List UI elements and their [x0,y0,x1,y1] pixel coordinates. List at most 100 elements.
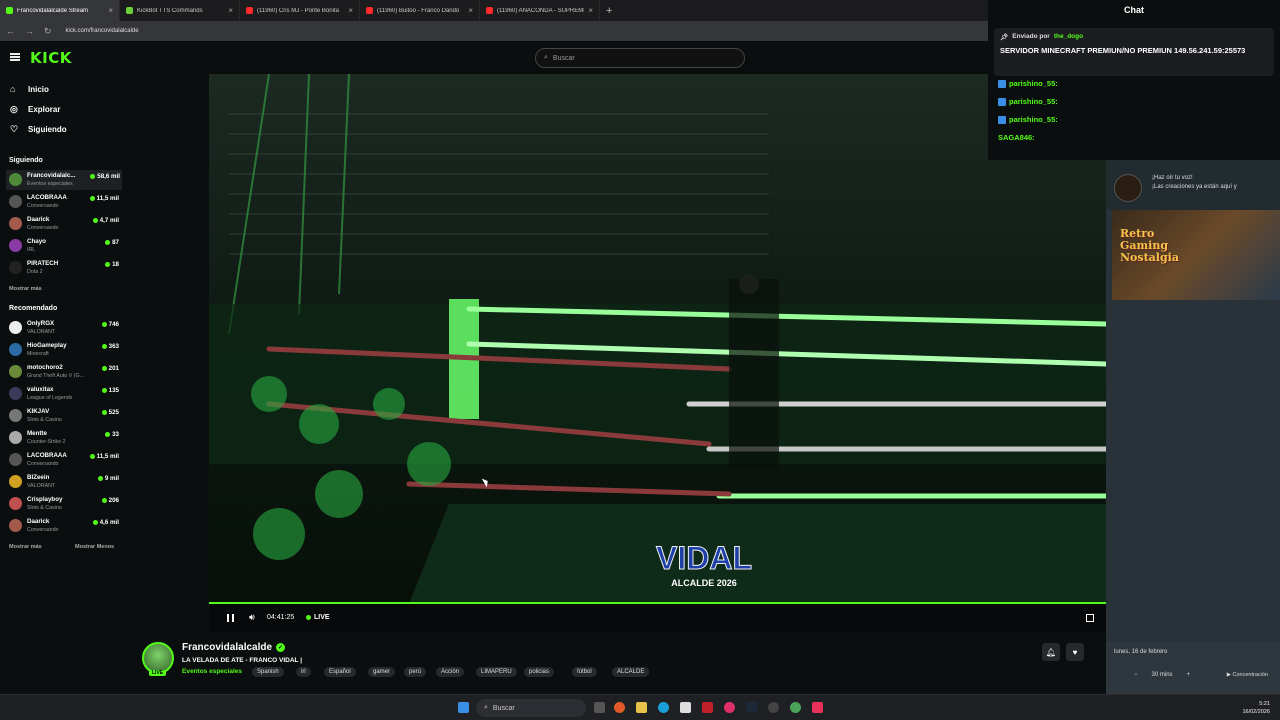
menu-icon[interactable] [10,53,20,61]
tiktok-icon[interactable] [812,702,823,713]
stream-tag[interactable]: Spanish [252,667,284,677]
nav-siguiendo[interactable]: ♡ Siguiendo [10,124,67,135]
clock-time: 5:21 [1259,701,1270,707]
viewer-count-text: 58,6 mil [97,173,120,180]
video-player[interactable]: VIDAL ALCALDE 2026 [209,74,1106,604]
player-controls: 🔊︎ 04:41:25 LIVE [209,604,1106,632]
store-icon[interactable] [680,702,691,713]
close-tab-icon[interactable]: × [348,6,353,15]
file-explorer-icon[interactable] [636,702,647,713]
close-tab-icon[interactable]: × [588,6,593,15]
retro-gaming-banner[interactable]: Retro Gaming Nostalgia [1112,210,1280,300]
viewer-count-text: 33 [112,431,119,438]
chat-username[interactable]: parishino_55: [1009,79,1058,88]
stream-tag[interactable]: LIMAPERU [476,667,517,677]
back-icon[interactable]: ← [6,26,15,36]
system-clock[interactable]: 5:21 16/02/2026 [1242,700,1270,716]
brave-icon[interactable] [614,702,625,713]
kick-logo[interactable]: KICK [30,49,72,67]
channel-item[interactable]: LACOBRAAA Conversando 11,5 mil [9,192,121,212]
new-tab-icon[interactable]: + [600,5,612,17]
chat-username[interactable]: SAGA846: [998,133,1035,142]
stream-tag[interactable]: fútbol [572,667,597,677]
stream-info: LIVE Francovidalalcalde ✓ LA VELADA DE A… [128,632,1084,694]
url-field[interactable]: kick.com/francovidalalcalde [66,28,139,34]
stream-tag[interactable]: gamer [368,667,396,677]
nav-explorar[interactable]: ◎ Explorar [10,104,60,115]
notification-bell-button[interactable]: 🔔︎ [1042,643,1060,661]
tab-title: Francovidalalcalde Stream [17,7,89,14]
voice-widget[interactable]: ¡Haz oír tu voz! ¡Las creaciones ya está… [1106,160,1280,210]
channel-item[interactable]: Crisplayboy Slots & Casino 206 [9,494,121,514]
pause-icon[interactable] [227,614,234,622]
channel-avatar [9,343,22,356]
channel-item[interactable]: KIKJAV Slots & Casino 525 [9,406,121,426]
channel-item[interactable]: valuxitax League of Legends 135 [9,384,121,404]
plus-icon[interactable]: + [1187,672,1191,678]
search-placeholder: Buscar [552,54,575,62]
app-red-icon[interactable] [702,702,713,713]
channel-item[interactable]: Mentte Counter-Strike 2 33 [9,428,121,448]
viewer-count-text: 11,5 mil [96,195,119,202]
show-less-recommended[interactable]: Mostrar Menos [75,544,114,550]
taskbar-search[interactable]: ⌕ Buscar [476,699,586,717]
stream-tag[interactable]: irl [296,667,311,677]
channel-item[interactable]: LACOBRAAA Conversando 11,5 mil [9,450,121,470]
chrome-icon[interactable] [790,702,801,713]
channel-item[interactable]: Chayo IRL 87 [9,236,121,256]
edge-icon[interactable] [658,702,669,713]
channel-item[interactable]: OnlyRGX VALORANT 746 [9,318,121,338]
show-more-recommended[interactable]: Mostrar más [9,544,42,550]
channel-item[interactable]: HioGameplay Minecraft 363 [9,340,121,360]
channel-item[interactable]: Daarick Conversando 4,7 mil [9,214,121,234]
app-pink-icon[interactable] [724,702,735,713]
volume-icon[interactable]: 🔊︎ [249,612,255,623]
task-view-icon[interactable] [594,702,605,713]
obs-icon[interactable] [768,702,779,713]
chat-username[interactable]: parishino_55: [1009,97,1058,106]
browser-tab[interactable]: (11960) Cris MJ - Ponte Bonita × [240,0,360,21]
stream-tag[interactable]: Acción [436,667,465,677]
tab-title: (11960) ANACONDA - SUPREME [497,7,585,14]
browser-tab[interactable]: KickBot TTS Commands × [120,0,240,21]
focus-button[interactable]: ▶ Concentración [1227,672,1268,678]
stream-tag[interactable]: perú [404,667,427,677]
windows-start-icon[interactable] [458,702,469,713]
live-dot-icon [97,476,103,481]
channel-item[interactable]: BIZeein VALORANT 9 mil [9,472,121,492]
close-tab-icon[interactable]: × [228,6,233,15]
browser-tab[interactable]: (11960) Buitoo - Franco Dando × [360,0,480,21]
stream-tag[interactable]: Español [324,667,356,677]
stream-tag[interactable]: ALCALDE [612,667,650,677]
channel-item[interactable]: motochoro2 Grand Theft Auto V (G... 201 [9,362,121,382]
minus-icon[interactable]: − [1134,672,1138,678]
channel-item[interactable]: Francovidalalc... Eventos especiales 58,6 … [6,170,122,190]
browser-tab[interactable]: Francovidalalcalde Stream × [0,0,120,21]
close-tab-icon[interactable]: × [468,6,473,15]
compass-icon: ◎ [10,104,18,114]
browser-tab[interactable]: (11960) ANACONDA - SUPREME × [480,0,600,21]
search-input[interactable]: ⌕ Buscar [535,48,745,68]
verified-icon: ✓ [276,643,286,652]
steam-icon[interactable] [746,702,757,713]
show-more-following[interactable]: Mostrar más [9,286,42,292]
forward-icon[interactable]: → [25,26,34,36]
chat-message: parishino_55: [998,115,1058,124]
nav-inicio[interactable]: ⌂ Inicio [10,84,49,94]
streamer-name[interactable]: Francovidalalcalde ✓ [182,642,286,653]
channel-item[interactable]: Daarick Conversando 4,6 mil [9,516,121,536]
reload-icon[interactable]: ↻ [44,26,52,37]
follow-button[interactable]: ♥ [1066,643,1084,661]
live-dot-icon [105,262,111,267]
search-icon: ⌕ [484,704,488,711]
stream-tag[interactable]: policias [524,667,555,677]
fullscreen-icon[interactable] [1086,614,1094,622]
close-tab-icon[interactable]: × [108,6,113,15]
pinned-user[interactable]: the_dogo [1054,33,1083,41]
live-indicator: LIVE [306,614,330,621]
channel-avatar [9,173,22,186]
chat-username[interactable]: parishino_55: [1009,115,1058,124]
stream-category[interactable]: Eventos especiales [182,668,242,675]
channel-item[interactable]: PIRATECH Dota 2 18 [9,258,121,278]
viewer-count: 525 [101,409,119,416]
